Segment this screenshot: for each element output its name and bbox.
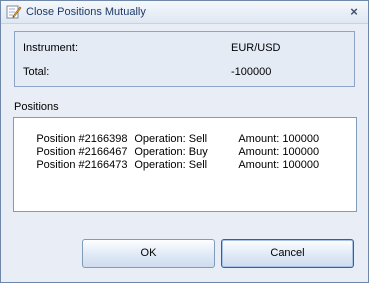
- instrument-info-panel: Instrument: EUR/USD Total: -100000: [14, 31, 355, 87]
- cancel-button[interactable]: Cancel: [221, 239, 354, 268]
- close-button[interactable]: ×: [346, 4, 362, 20]
- positions-list[interactable]: Position #2166398 Operation: Sell Amount: …: [13, 117, 357, 212]
- position-amount: Amount: 100000: [238, 146, 320, 158]
- position-id: Position #2166467: [36, 146, 128, 158]
- position-id: Position #2166398: [36, 133, 128, 145]
- total-value: -100000: [231, 66, 272, 78]
- instrument-value: EUR/USD: [231, 42, 281, 54]
- ok-button[interactable]: OK: [82, 239, 215, 268]
- position-operation: Operation: Buy: [134, 146, 208, 158]
- position-operation: Operation: Sell: [134, 159, 208, 171]
- position-operation: Operation: Sell: [134, 133, 208, 145]
- position-amount: Amount: 100000: [238, 159, 320, 171]
- list-item[interactable]: Position #2166398 Operation: Sell Amount: …: [18, 120, 352, 145]
- window-title: Close Positions Mutually: [26, 6, 146, 18]
- position-amount: Amount: 100000: [238, 133, 320, 145]
- position-id: Position #2166473: [36, 159, 128, 171]
- instrument-label: Instrument:: [23, 42, 79, 54]
- total-label: Total:: [23, 66, 50, 78]
- positions-label: Positions: [14, 101, 59, 113]
- dialog-window: Close Positions Mutually × Instrument: E…: [0, 0, 369, 283]
- title-bar[interactable]: Close Positions Mutually ×: [1, 1, 368, 24]
- pencil-edit-icon: [6, 4, 22, 20]
